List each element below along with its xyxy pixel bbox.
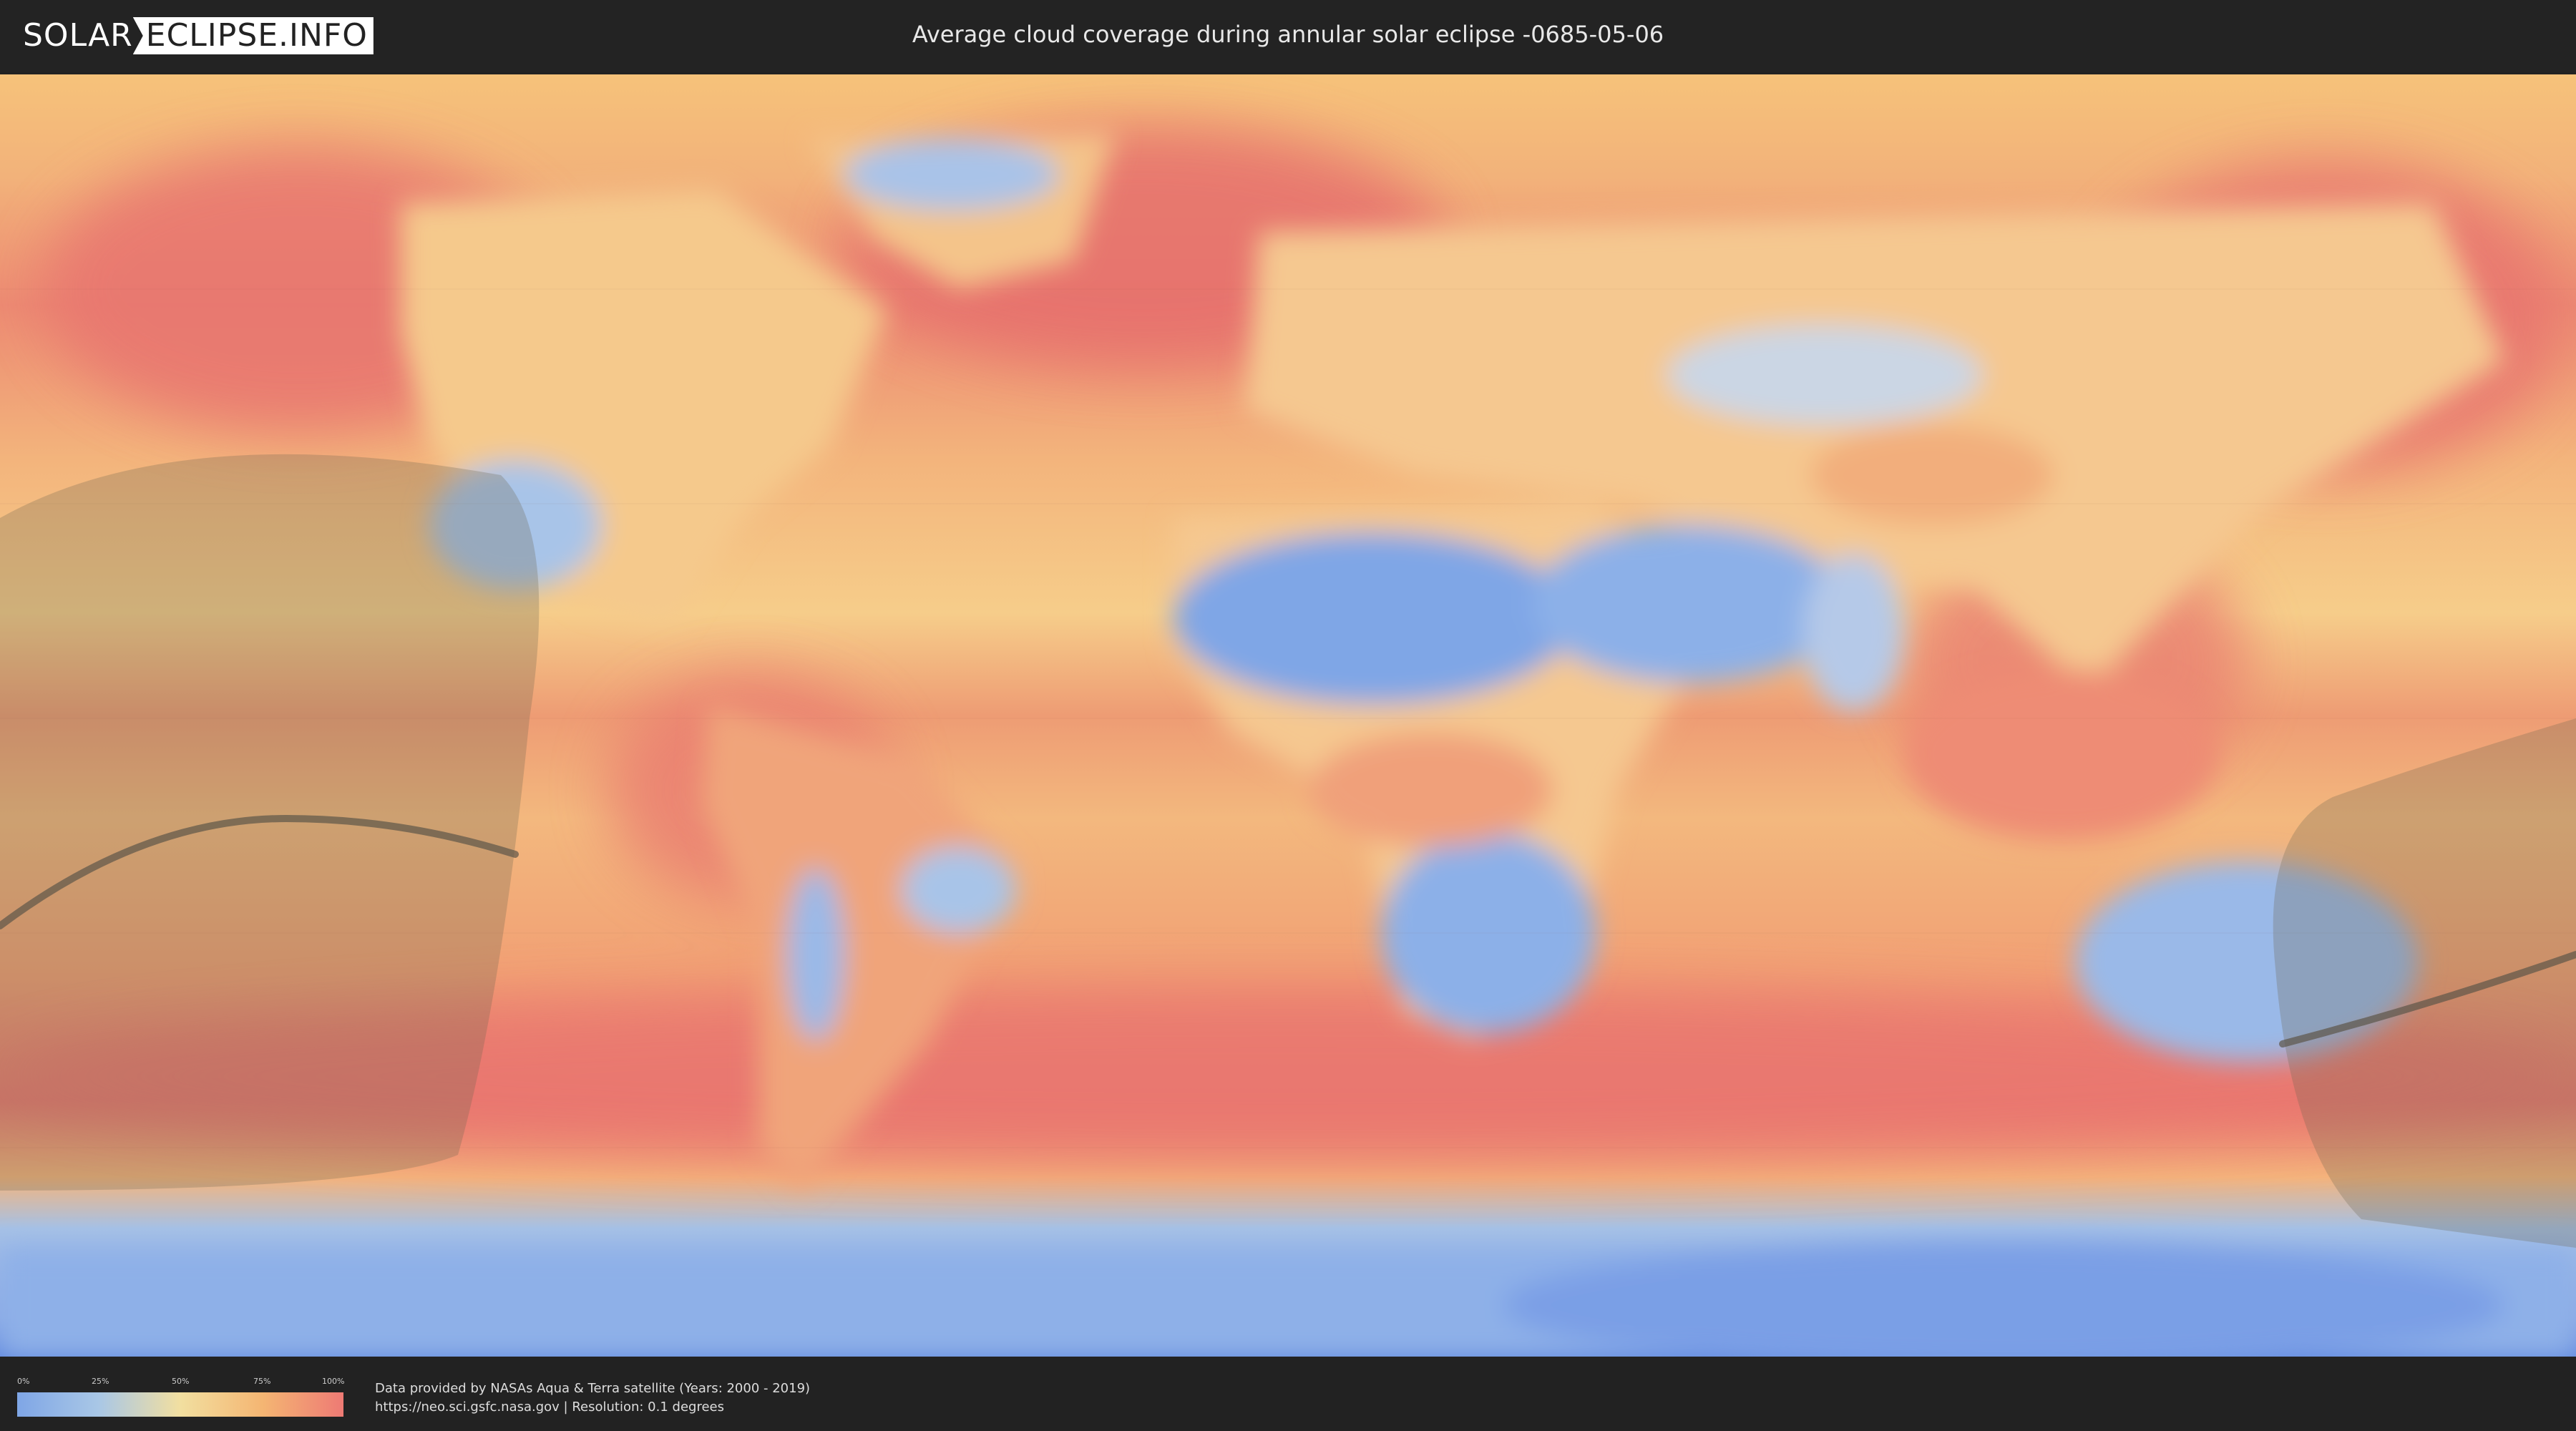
legend-tick-100: 100% (322, 1377, 345, 1386)
cloud-coverage-map (0, 74, 2576, 1357)
legend-tick-25: 25% (92, 1377, 109, 1386)
legend-tick-75: 75% (253, 1377, 271, 1386)
credit-line-1: Data provided by NASAs Aqua & Terra sate… (375, 1381, 811, 1396)
credit-line-2[interactable]: https://neo.sci.gsfc.nasa.gov | Resoluti… (375, 1398, 810, 1417)
header-bar: SOLAR ECLIPSE.INFO Average cloud coverag… (0, 0, 2576, 72)
page-title: Average cloud coverage during annular so… (912, 21, 1664, 48)
legend-tick-0: 0% (17, 1377, 30, 1386)
footer-bar: 0% 25% 50% 75% 100% Data provided by NAS… (0, 1359, 2576, 1431)
map-svg (0, 74, 2576, 1357)
legend-tick-50: 50% (172, 1377, 190, 1386)
legend-color-bar (17, 1392, 343, 1417)
cloud-coverage-legend: 0% 25% 50% 75% 100% (17, 1377, 345, 1417)
legend-ticks: 0% 25% 50% 75% 100% (17, 1377, 345, 1390)
data-credits: Data provided by NASAs Aqua & Terra sate… (375, 1379, 810, 1417)
